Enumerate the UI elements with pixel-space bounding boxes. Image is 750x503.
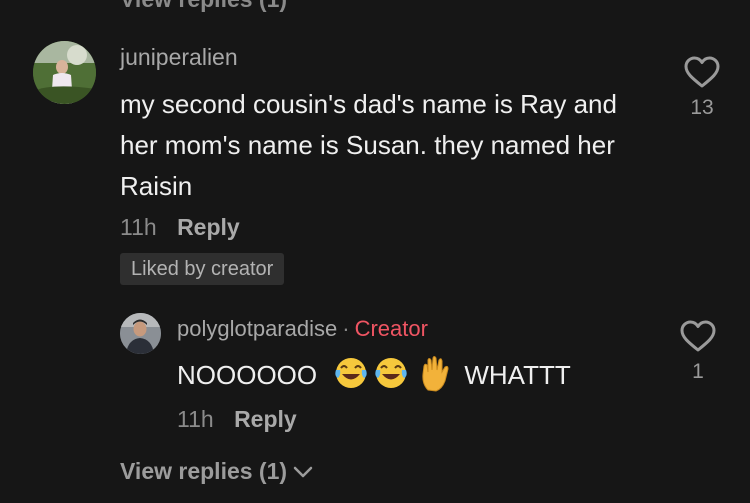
separator-dot: ·: [342, 316, 350, 341]
reply-meta: 11h Reply: [177, 406, 297, 433]
reply-text-end: WHATTT: [464, 359, 571, 390]
chevron-down-icon: [293, 466, 313, 477]
liked-by-creator-badge: Liked by creator: [120, 253, 285, 285]
view-replies-link-partial[interactable]: View replies (1): [120, 0, 287, 13]
reply-username[interactable]: polyglotparadise: [177, 316, 337, 341]
avatar-photo: [120, 313, 161, 354]
reply-text: NOOOOOO WHATTT: [177, 356, 571, 396]
face-with-tears-of-joy-icon: [375, 358, 408, 388]
comment-username[interactable]: juniperalien: [120, 44, 238, 71]
heart-icon[interactable]: [684, 56, 720, 88]
reply-username-line: polyglotparadise · Creator: [177, 316, 428, 342]
view-replies-label: View replies (1): [120, 458, 288, 484]
face-with-tears-of-joy-icon: [335, 358, 368, 388]
heart-icon[interactable]: [680, 320, 716, 352]
reply-button[interactable]: Reply: [234, 406, 297, 432]
avatar-photo: [33, 41, 96, 104]
reply-text-start: NOOOOOO: [177, 359, 318, 390]
reply-like-count: 1: [692, 360, 704, 383]
reply-avatar[interactable]: [120, 313, 161, 354]
comment-meta: 11h Reply: [120, 214, 240, 241]
comment-time: 11h: [120, 214, 157, 240]
reply-time: 11h: [177, 406, 214, 432]
avatar[interactable]: [33, 41, 96, 104]
raised-hand-icon: [422, 356, 449, 392]
comment-text: my second cousin's dad's name is Ray and…: [120, 89, 617, 201]
reply-button[interactable]: Reply: [177, 214, 240, 240]
creator-tag: Creator: [354, 316, 428, 341]
view-replies-link[interactable]: View replies (1): [120, 458, 313, 485]
like-count: 13: [690, 96, 714, 119]
comments-panel: View replies (1) juniperalien my second …: [0, 0, 750, 503]
